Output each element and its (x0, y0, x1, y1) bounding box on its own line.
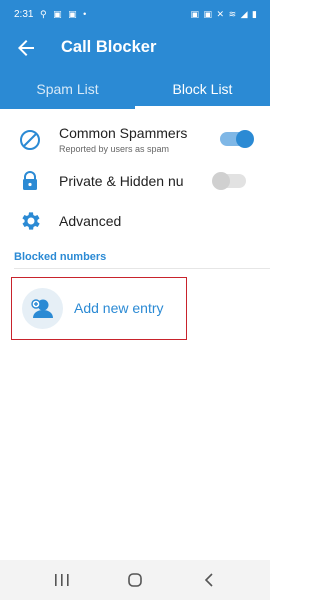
status-time: 2:31 (14, 9, 34, 20)
setting-title: Private & Hidden nu (59, 173, 184, 189)
setting-title: Advanced (59, 213, 122, 229)
setting-row-advanced[interactable]: Advanced (0, 206, 270, 236)
system-nav-bar (0, 560, 270, 600)
add-new-entry-button[interactable]: Add new entry (11, 277, 187, 340)
recents-icon[interactable] (50, 570, 74, 590)
tab-block-list[interactable]: Block List (135, 72, 270, 109)
tab-spam-list[interactable]: Spam List (0, 72, 135, 109)
setting-title: Common Spammers (59, 125, 188, 141)
setting-row-private-hidden[interactable]: Private & Hidden nu (0, 166, 270, 196)
page-title: Call Blocker (61, 38, 157, 56)
home-icon[interactable] (123, 570, 147, 590)
app-header: 2:31 ⚲ ▣ ▣ • ▣ ▣ ✕ ≋ ◢ ▮ Call Blocker Sp… (0, 0, 270, 109)
status-system-icons: ▣ ▣ ✕ ≋ ◢ ▮ (190, 9, 258, 19)
add-new-entry-label: Add new entry (74, 300, 164, 316)
back-icon[interactable] (198, 570, 222, 590)
setting-subtitle: Reported by users as spam (59, 144, 170, 154)
tab-indicator (135, 106, 270, 109)
toggle-thumb (212, 172, 230, 190)
add-contact-icon (22, 288, 63, 329)
status-notification-icons: ⚲ ▣ ▣ • (40, 9, 89, 19)
arrow-left-icon[interactable] (14, 36, 38, 60)
tab-bar: Spam List Block List (0, 72, 270, 109)
toggle-thumb (236, 130, 254, 148)
status-bar: 2:31 ⚲ ▣ ▣ • ▣ ▣ ✕ ≋ ◢ ▮ (0, 0, 270, 30)
block-icon (18, 128, 42, 152)
lock-icon (18, 169, 42, 193)
section-label: Blocked numbers (14, 251, 107, 263)
toggle-private-hidden[interactable] (212, 172, 246, 190)
app-bar: Call Blocker (0, 30, 270, 66)
divider (14, 268, 270, 269)
setting-row-common-spammers[interactable]: Common Spammers Reported by users as spa… (0, 118, 270, 162)
gear-icon (18, 209, 42, 233)
toggle-common-spammers[interactable] (220, 130, 254, 148)
